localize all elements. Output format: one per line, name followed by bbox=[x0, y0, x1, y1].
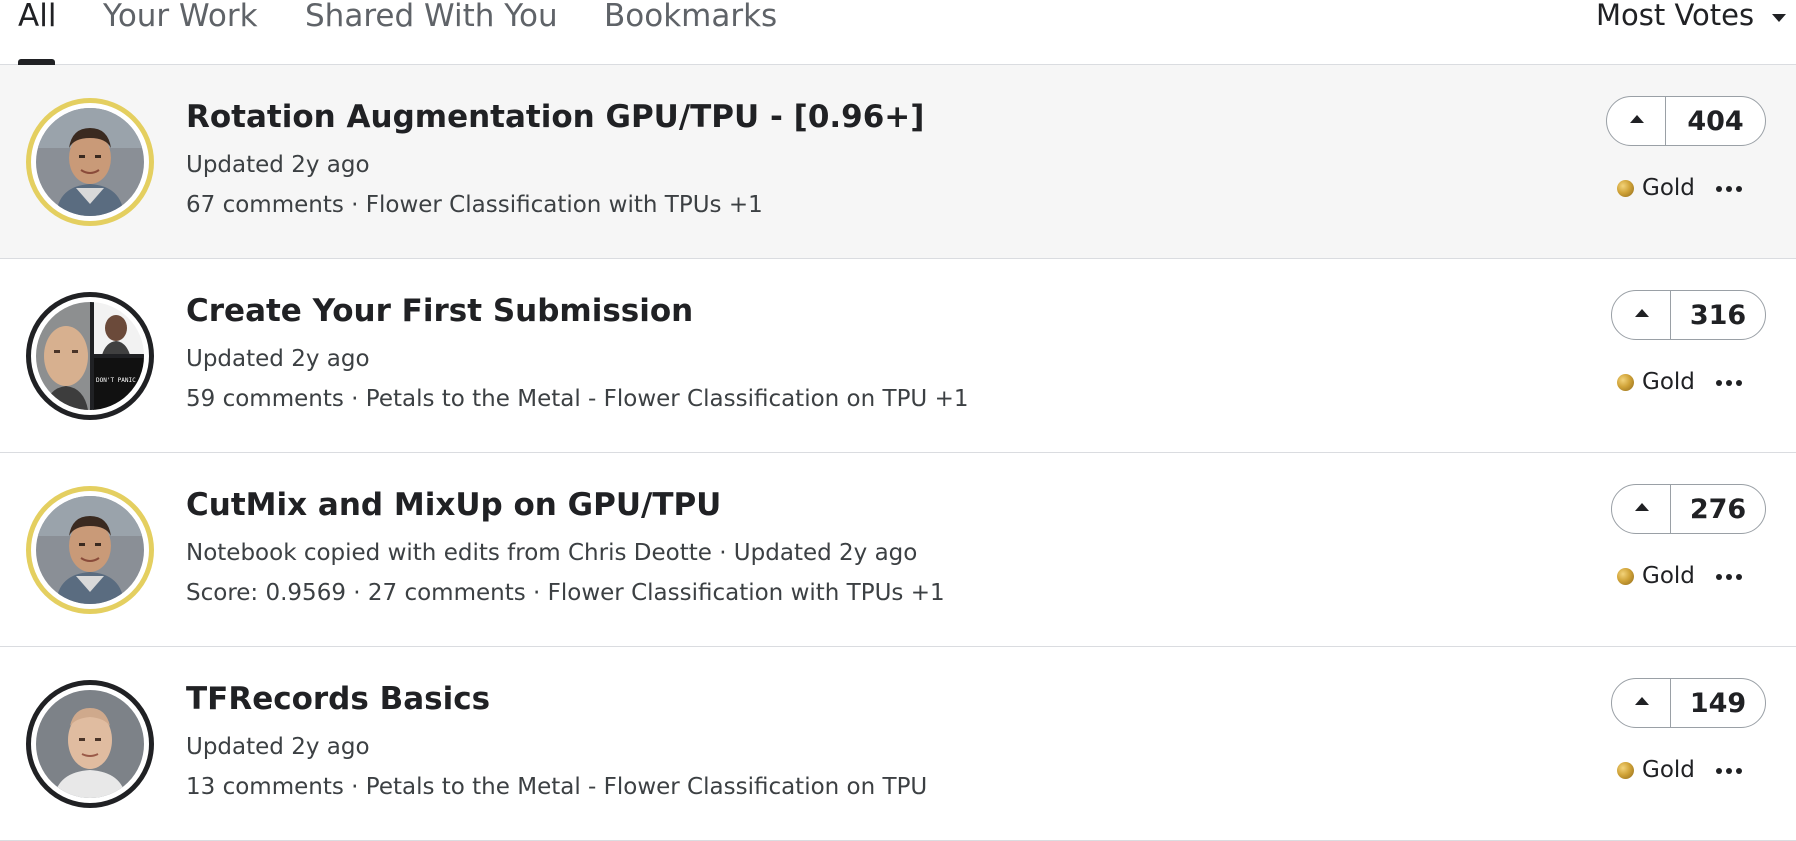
notebook-updated: Updated 2y ago bbox=[186, 734, 370, 760]
sort-dropdown[interactable]: Most Votes bbox=[1596, 0, 1796, 38]
medal-badge: Gold bbox=[1617, 173, 1695, 203]
avatar[interactable] bbox=[26, 98, 154, 226]
notebook-updated: Notebook copied with edits from Chris De… bbox=[186, 540, 918, 566]
notebook-row[interactable]: CutMix and MixUp on GPU/TPU Notebook cop… bbox=[0, 453, 1796, 647]
more-options-icon[interactable] bbox=[1716, 759, 1746, 783]
more-options-icon[interactable] bbox=[1716, 177, 1746, 201]
notebook-meta: 13 comments · Petals to the Metal - Flow… bbox=[186, 774, 928, 800]
vote-widget: 316 bbox=[1611, 290, 1766, 340]
caret-down-icon bbox=[1772, 14, 1786, 22]
team-collage-icon: DON'T PANIC bbox=[36, 302, 144, 410]
tab-your-work[interactable]: Your Work bbox=[103, 0, 258, 34]
notebook-title[interactable]: Rotation Augmentation GPU/TPU - [0.96+] bbox=[186, 99, 924, 135]
vote-widget: 404 bbox=[1606, 96, 1766, 146]
svg-text:DON'T PANIC: DON'T PANIC bbox=[96, 377, 136, 384]
person-photo-icon bbox=[36, 108, 144, 216]
person-photo-icon bbox=[36, 496, 144, 604]
notebook-row[interactable]: Rotation Augmentation GPU/TPU - [0.96+] … bbox=[0, 65, 1796, 259]
upvote-button[interactable] bbox=[1607, 97, 1666, 145]
tab-all[interactable]: All bbox=[18, 0, 56, 34]
upvote-button[interactable] bbox=[1612, 679, 1671, 727]
vote-count: 149 bbox=[1689, 687, 1747, 719]
notebook-title[interactable]: Create Your First Submission bbox=[186, 293, 693, 329]
gold-medal-icon bbox=[1617, 373, 1634, 391]
medal-badge: Gold bbox=[1617, 367, 1695, 397]
sort-label: Most Votes bbox=[1596, 0, 1755, 32]
tab-bar: All Your Work Shared With You Bookmarks … bbox=[0, 0, 1796, 65]
gold-medal-icon bbox=[1617, 567, 1634, 585]
tab-shared-with-you[interactable]: Shared With You bbox=[305, 0, 558, 34]
notebook-title[interactable]: CutMix and MixUp on GPU/TPU bbox=[186, 487, 721, 523]
notebook-meta: 67 comments · Flower Classification with… bbox=[186, 192, 763, 218]
medal-label: Gold bbox=[1642, 369, 1695, 395]
notebook-meta: 59 comments · Petals to the Metal - Flow… bbox=[186, 386, 969, 412]
tab-bookmarks[interactable]: Bookmarks bbox=[604, 0, 777, 34]
notebook-row[interactable]: TFRecords Basics Updated 2y ago 13 comme… bbox=[0, 647, 1796, 841]
more-options-icon[interactable] bbox=[1716, 371, 1746, 395]
medal-label: Gold bbox=[1642, 757, 1695, 783]
vote-count: 316 bbox=[1689, 299, 1747, 331]
gold-medal-icon bbox=[1617, 761, 1634, 779]
gold-medal-icon bbox=[1617, 179, 1634, 197]
notebook-updated: Updated 2y ago bbox=[186, 346, 370, 372]
medal-badge: Gold bbox=[1617, 561, 1695, 591]
notebook-title[interactable]: TFRecords Basics bbox=[186, 681, 490, 717]
vote-count: 404 bbox=[1687, 105, 1744, 137]
avatar[interactable] bbox=[26, 486, 154, 614]
vote-widget: 276 bbox=[1611, 484, 1766, 534]
upvote-button[interactable] bbox=[1612, 485, 1671, 533]
more-options-icon[interactable] bbox=[1716, 565, 1746, 589]
upvote-button[interactable] bbox=[1612, 291, 1671, 339]
notebook-updated: Updated 2y ago bbox=[186, 152, 370, 178]
medal-badge: Gold bbox=[1617, 755, 1695, 785]
medal-label: Gold bbox=[1642, 175, 1695, 201]
medal-label: Gold bbox=[1642, 563, 1695, 589]
person-photo-icon bbox=[36, 690, 144, 798]
avatar[interactable] bbox=[26, 680, 154, 808]
vote-count: 276 bbox=[1689, 493, 1747, 525]
notebook-meta: Score: 0.9569 · 27 comments · Flower Cla… bbox=[186, 580, 945, 606]
avatar[interactable]: DON'T PANIC bbox=[26, 292, 154, 420]
vote-widget: 149 bbox=[1611, 678, 1766, 728]
notebook-row[interactable]: DON'T PANIC Create Your First Submission… bbox=[0, 259, 1796, 453]
